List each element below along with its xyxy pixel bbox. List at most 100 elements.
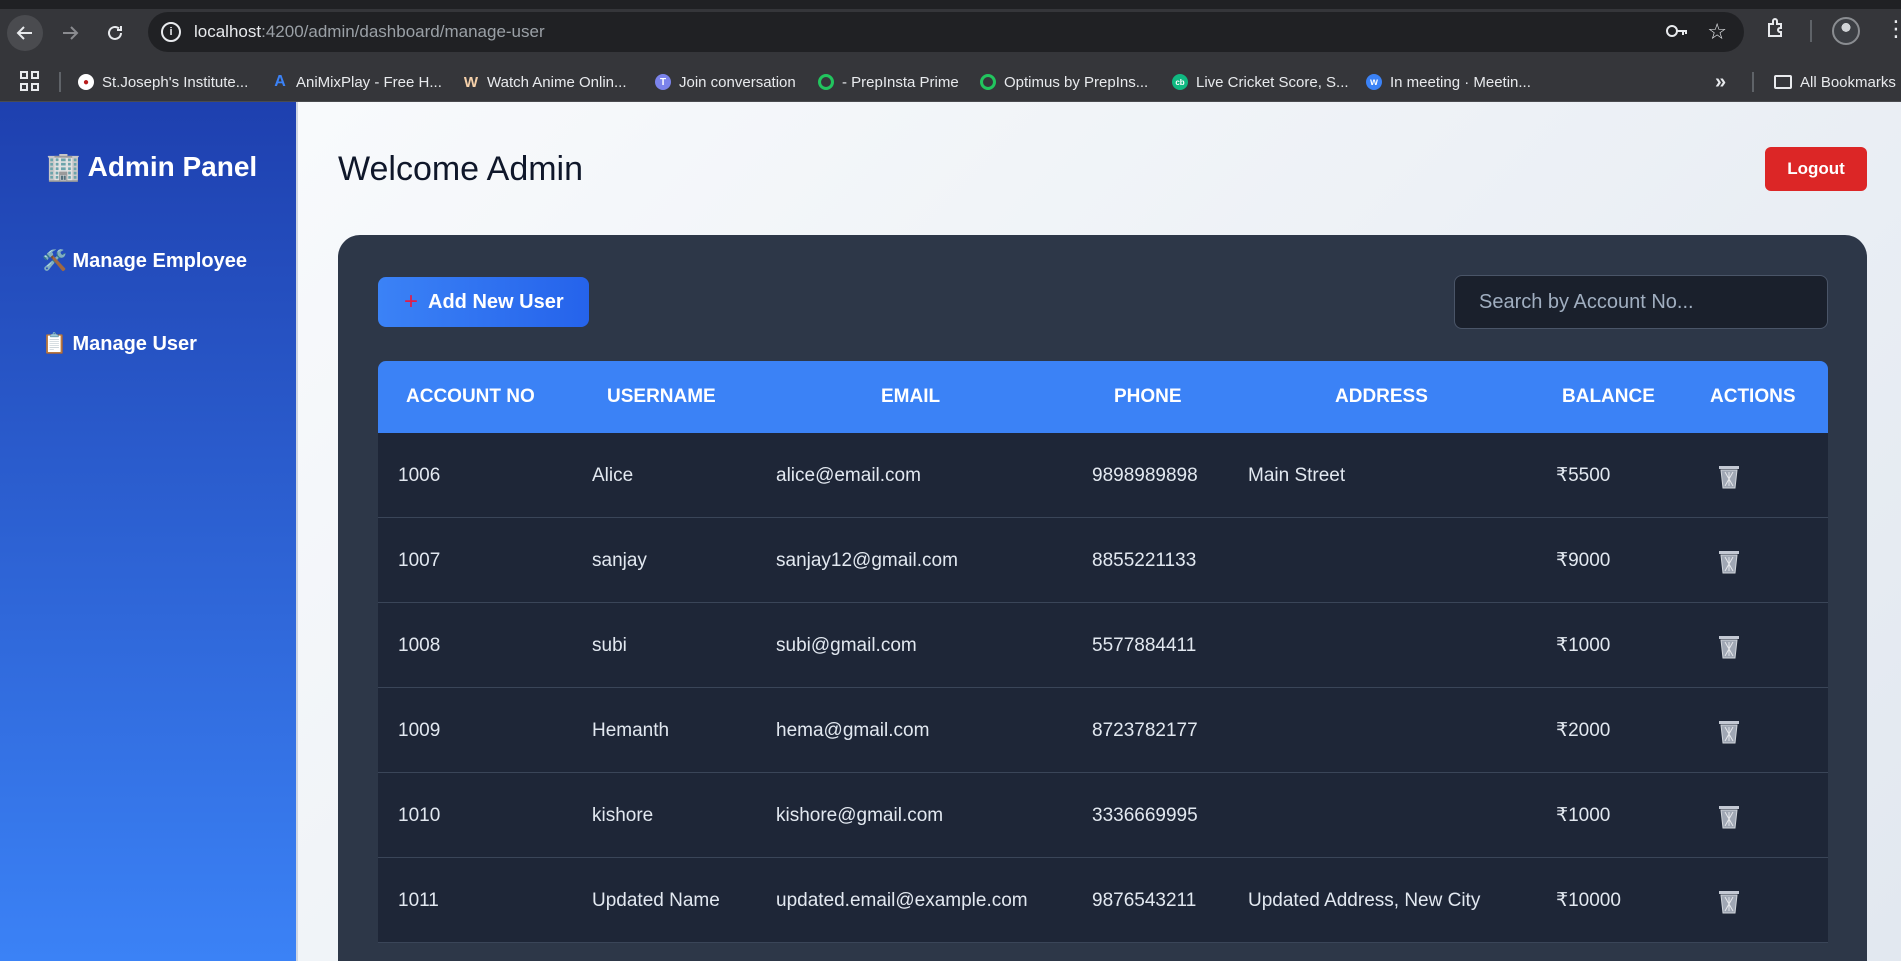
cell-account-no: 1009 <box>398 720 441 741</box>
bookmarks-divider <box>1752 72 1754 92</box>
cell-phone: 9898989898 <box>1092 465 1198 486</box>
tab-strip <box>0 0 1901 9</box>
table-row: 1008 subi subi@gmail.com 5577884411 ₹100… <box>378 603 1828 688</box>
add-new-user-button[interactable]: + Add New User <box>378 277 589 327</box>
toolbar-divider <box>1810 20 1812 42</box>
cell-username: kishore <box>592 805 654 826</box>
bookmark-item[interactable]: - PrepInsta Prime <box>818 68 959 96</box>
cell-account-no: 1011 <box>398 890 439 911</box>
table-row: 1011 Updated Name updated.email@example.… <box>378 858 1828 943</box>
trash-icon[interactable] <box>1717 463 1741 489</box>
table-row: 1007 sanjay sanjay12@gmail.com 885522113… <box>378 518 1828 603</box>
extensions-puzzle-icon[interactable] <box>1766 17 1788 45</box>
reload-button[interactable] <box>97 15 133 51</box>
arrow-left-icon <box>16 26 32 40</box>
cell-email: kishore@gmail.com <box>776 805 944 826</box>
cell-balance: ₹2000 <box>1556 720 1611 741</box>
cell-username: sanjay <box>592 550 647 571</box>
arrow-right-icon <box>63 26 79 40</box>
animixplay-favicon-icon: A <box>274 73 286 90</box>
url-host: localhost <box>194 22 262 41</box>
column-header-account-no: Account No <box>406 386 535 407</box>
profile-avatar[interactable] <box>1832 17 1860 45</box>
prepinsta-favicon-icon <box>818 74 834 90</box>
bookmark-item[interactable]: W Watch Anime Onlin... <box>463 68 627 96</box>
brand-title: 🏢 Admin Panel <box>46 151 258 182</box>
cell-username: Hemanth <box>592 720 670 741</box>
sidebar-item-manage-employee[interactable]: 🛠️ Manage Employee <box>42 248 247 273</box>
bookmark-label: Watch Anime Onlin... <box>487 73 627 91</box>
column-header-actions: Actions <box>1710 386 1796 407</box>
sidebar-item-manage-user[interactable]: 📋 Manage User <box>42 331 197 356</box>
url-path: :4200/admin/dashboard/manage-user <box>261 22 545 41</box>
trash-icon[interactable] <box>1717 803 1741 829</box>
bookmark-item[interactable]: ● St.Joseph's Institute... <box>78 68 248 96</box>
all-bookmarks-label: All Bookmarks <box>1800 73 1896 91</box>
bookmark-item[interactable]: w In meeting · Meetin... <box>1366 68 1531 96</box>
bookmark-item[interactable]: cb Live Cricket Score, S... <box>1172 68 1349 96</box>
apps-grid-icon[interactable] <box>20 71 40 91</box>
site-info-icon[interactable]: i <box>161 22 181 42</box>
more-bookmarks-chevron-icon[interactable]: » <box>1715 71 1726 94</box>
forward-button[interactable] <box>52 15 88 51</box>
url-text[interactable]: localhost:4200/admin/dashboard/manage-us… <box>194 22 545 42</box>
cell-phone: 3336669995 <box>1092 805 1198 826</box>
cell-email: subi@gmail.com <box>776 635 917 656</box>
cell-address: Updated Address, New City <box>1248 890 1481 911</box>
main-content: Welcome Admin Logout + Add New User Acco… <box>298 102 1901 961</box>
bookmark-label: St.Joseph's Institute... <box>102 73 249 91</box>
password-key-icon[interactable] <box>1665 21 1689 46</box>
column-header-balance: Balance <box>1562 386 1655 407</box>
bookmark-label: In meeting · Meetin... <box>1390 73 1531 91</box>
browser-menu-icon[interactable]: ⋮ <box>1885 18 1901 40</box>
bookmarks-bar: ● St.Joseph's Institute... A AniMixPlay - … <box>0 62 1901 102</box>
bookmark-star-icon[interactable]: ☆ <box>1707 19 1727 45</box>
plus-icon: + <box>404 288 419 315</box>
trash-icon[interactable] <box>1717 888 1741 914</box>
users-card: + Add New User Account No Username Email… <box>338 235 1867 961</box>
webex-favicon-icon: w <box>1366 74 1382 90</box>
users-table: Account No Username Email Phone Address … <box>378 361 1828 943</box>
table-row: 1009 Hemanth hema@gmail.com 8723782177 ₹… <box>378 688 1828 773</box>
cell-username: Alice <box>592 465 634 486</box>
bookmarks-divider <box>59 72 61 92</box>
cell-username: subi <box>592 635 627 656</box>
browser-toolbar: i localhost:4200/admin/dashboard/manage-… <box>0 0 1901 62</box>
cell-balance: ₹5500 <box>1556 465 1611 486</box>
reload-icon <box>108 25 122 40</box>
column-header-email: Email <box>881 386 941 407</box>
column-header-phone: Phone <box>1114 386 1182 407</box>
cell-email: sanjay12@gmail.com <box>776 550 958 571</box>
cell-phone: 9876543211 <box>1092 890 1197 911</box>
trash-icon[interactable] <box>1717 548 1741 574</box>
app-root: 🏢 Admin Panel 🛠️ Manage Employee 📋 Manag… <box>0 102 1901 961</box>
back-button[interactable] <box>7 15 43 51</box>
bookmark-item[interactable]: A AniMixPlay - Free H... <box>272 68 442 96</box>
stjoseph-favicon-icon: ● <box>78 74 94 90</box>
cell-email: updated.email@example.com <box>776 890 1028 911</box>
table-row: 1006 Alice alice@email.com 9898989898 Ma… <box>378 433 1828 518</box>
logout-button[interactable]: Logout <box>1765 147 1867 191</box>
cell-email: alice@email.com <box>776 465 921 486</box>
cell-account-no: 1010 <box>398 805 441 826</box>
address-bar[interactable]: i localhost:4200/admin/dashboard/manage-… <box>148 12 1744 52</box>
cell-phone: 8855221133 <box>1092 550 1197 571</box>
teams-favicon-icon: T <box>655 74 671 90</box>
cell-balance: ₹1000 <box>1556 805 1611 826</box>
bookmark-label: AniMixPlay - Free H... <box>296 73 442 91</box>
search-input[interactable] <box>1454 275 1828 329</box>
bookmark-label: Optimus by PrepIns... <box>1004 73 1149 91</box>
anime-favicon-icon: W <box>463 73 479 91</box>
bookmark-item[interactable]: T Join conversation <box>655 68 796 96</box>
bookmark-item[interactable]: Optimus by PrepIns... <box>980 68 1148 96</box>
cell-balance: ₹1000 <box>1556 635 1611 656</box>
trash-icon[interactable] <box>1717 718 1741 744</box>
trash-icon[interactable] <box>1717 633 1741 659</box>
cell-username: Updated Name <box>592 890 720 911</box>
all-bookmarks-button[interactable]: All Bookmarks <box>1774 68 1896 96</box>
cell-account-no: 1006 <box>398 465 441 486</box>
add-new-user-label: Add New User <box>428 290 564 313</box>
cell-address: Main Street <box>1248 465 1346 486</box>
cricbuzz-favicon-icon: cb <box>1172 74 1188 90</box>
bookmark-label: - PrepInsta Prime <box>842 73 959 91</box>
